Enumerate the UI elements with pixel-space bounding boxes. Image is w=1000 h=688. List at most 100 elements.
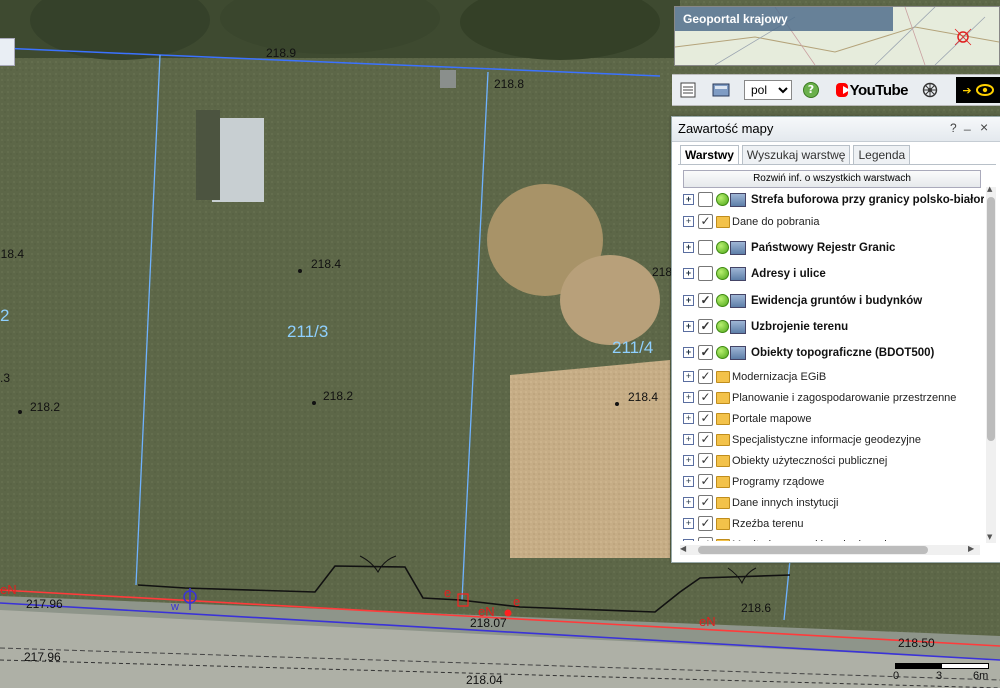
layer-label: Obiekty użyteczności publicznej [732,454,888,467]
elevation-label: 218.9 [266,46,297,60]
horizontal-scrollbar[interactable]: ◀ ▶ [680,544,980,555]
vertical-scrollbar[interactable]: ▲ ▼ [986,185,996,543]
layer-row[interactable]: + ✓ Ewidencja gruntów i budynków [672,290,984,311]
expand-plus-icon[interactable]: + [683,268,694,279]
layer-checkbox[interactable]: ✓ [698,453,713,468]
wms-service-icon [730,192,746,207]
language-select[interactable]: pol [744,80,792,100]
scroll-right-arrow-icon[interactable]: ▶ [968,544,974,553]
tab-legend[interactable]: Legenda [853,145,911,165]
folder-icon [716,433,730,446]
layer-checkbox[interactable]: ✓ [698,537,713,541]
layer-checkbox[interactable] [698,240,713,255]
tab-search-layer[interactable]: Wyszukaj warstwę [741,145,851,165]
settings-wheel-icon[interactable] [920,79,940,101]
panel-header[interactable]: Zawartość mapy ? _ × [672,117,1000,142]
help-symbol: ? [803,82,819,98]
expand-plus-icon[interactable]: + [683,392,694,403]
folder-icon [716,538,730,541]
expand-plus-icon[interactable]: + [683,371,694,382]
layer-row[interactable]: + ✓ Obiekty topograficzne (BDOT500) [672,342,984,363]
expand-plus-icon[interactable]: + [683,434,694,445]
layer-checkbox[interactable] [698,192,713,207]
scroll-up-arrow-icon[interactable]: ▲ [987,185,992,193]
overview-title[interactable]: Geoportal krajowy [675,7,893,31]
layer-checkbox[interactable]: ✓ [698,214,713,229]
expand-plus-icon[interactable]: + [683,216,694,227]
layer-row[interactable]: + ✓ Programy rządowe [672,471,984,492]
layer-row[interactable]: + ✓ Modernizacja EGiB [672,366,984,387]
layer-checkbox[interactable]: ✓ [698,516,713,531]
elevation-label: 218.6 [741,601,772,615]
panel-close-button[interactable]: × [980,119,988,135]
layer-checkbox[interactable]: ✓ [698,369,713,384]
parcel-number-label: 211/4 [612,338,654,357]
expand-plus-icon[interactable]: + [683,194,694,205]
elevation-label: 217.96 [26,597,63,611]
layer-checkbox[interactable]: ✓ [698,319,713,334]
layer-label: Ewidencja gruntów i budynków [751,294,923,307]
expand-plus-icon[interactable]: + [683,539,694,541]
folder-icon [716,215,730,228]
layer-status-dot-icon [716,294,729,307]
youtube-icon [836,83,850,97]
expand-plus-icon[interactable]: + [683,413,694,424]
expand-plus-icon[interactable]: + [683,347,694,358]
tab-layers[interactable]: Warstwy [680,145,739,165]
layer-checkbox[interactable] [698,266,713,281]
layer-row[interactable]: + ✓ Specjalistyczne informacje geodezyjne [672,429,984,450]
add-wms-icon[interactable] [710,79,732,101]
horizontal-scroll-thumb[interactable] [698,546,928,554]
youtube-button[interactable]: YouTube [836,79,909,101]
scroll-down-arrow-icon[interactable]: ▼ [987,533,992,541]
layer-row[interactable]: + ✓ Obiekty użyteczności publicznej [672,450,984,471]
elevation-label: 218.50 [898,636,935,650]
arrow-right-icon: ➔ [962,83,972,97]
layer-checkbox[interactable]: ✓ [698,495,713,510]
parcel-number-label: 2 [0,306,10,325]
expand-plus-icon[interactable]: + [683,242,694,253]
scale-bar: 0 3 6m [893,660,993,686]
layer-label: Dane do pobrania [732,215,820,228]
layer-checkbox[interactable]: ✓ [698,345,713,360]
eye-icon [975,84,994,96]
layer-checkbox[interactable]: ✓ [698,474,713,489]
layer-checkbox[interactable]: ✓ [698,293,713,308]
layer-row[interactable]: + ✓ Portale mapowe [672,408,984,429]
side-panel-toggle[interactable] [0,38,15,66]
expand-plus-icon[interactable]: + [683,497,694,508]
scroll-left-arrow-icon[interactable]: ◀ [680,544,686,553]
expand-plus-icon[interactable]: + [683,295,694,306]
expand-plus-icon[interactable]: + [683,518,694,529]
layer-row[interactable]: + Adresy i ulice [672,263,984,284]
elevation-label: 218.4 [311,257,342,271]
expand-all-layers-button[interactable]: Rozwiń inf. o wszystkich warstwach [683,170,981,188]
layer-checkbox[interactable]: ✓ [698,390,713,405]
expand-plus-icon[interactable]: + [683,476,694,487]
layer-row[interactable]: + Strefa buforowa przy granicy polsko-bia… [672,189,984,210]
layer-row[interactable]: + ✓ Monitoring pozyskiwania danych [672,534,984,541]
vertical-scroll-thumb[interactable] [987,197,995,441]
layer-checkbox[interactable]: ✓ [698,411,713,426]
accessibility-toggle[interactable]: ➔ [956,77,1000,103]
panel-minimize-button[interactable]: _ [964,117,971,131]
layer-row[interactable]: + ✓ Rzeźba terenu [672,513,984,534]
elevation-label: 218.8 [494,77,525,91]
layer-row[interactable]: + ✓ Dane do pobrania [672,211,984,232]
layer-row[interactable]: + ✓ Planowanie i zagospodarowanie przestrz… [672,387,984,408]
help-icon[interactable]: ? [802,79,820,101]
expand-plus-icon[interactable]: + [683,455,694,466]
layer-row[interactable]: + ✓ Dane innych instytucji [672,492,984,513]
overview-map[interactable]: Geoportal krajowy [674,6,1000,66]
map-list-icon[interactable] [678,79,698,101]
elevation-label: 218.2 [30,400,61,414]
layer-checkbox[interactable]: ✓ [698,432,713,447]
layer-row[interactable]: + ✓ Uzbrojenie terenu [672,316,984,337]
layer-row[interactable]: + Państwowy Rejestr Granic [672,237,984,258]
panel-help-button[interactable]: ? [950,121,957,135]
layer-tree: + Strefa buforowa przy granicy polsko-bia… [672,189,984,541]
layer-label: Planowanie i zagospodarowanie przestrzen… [732,391,957,404]
expand-plus-icon[interactable]: + [683,321,694,332]
wms-service-icon [730,240,746,255]
panel-tabs: Warstwy Wyszukaj warstwę Legenda [680,145,911,165]
